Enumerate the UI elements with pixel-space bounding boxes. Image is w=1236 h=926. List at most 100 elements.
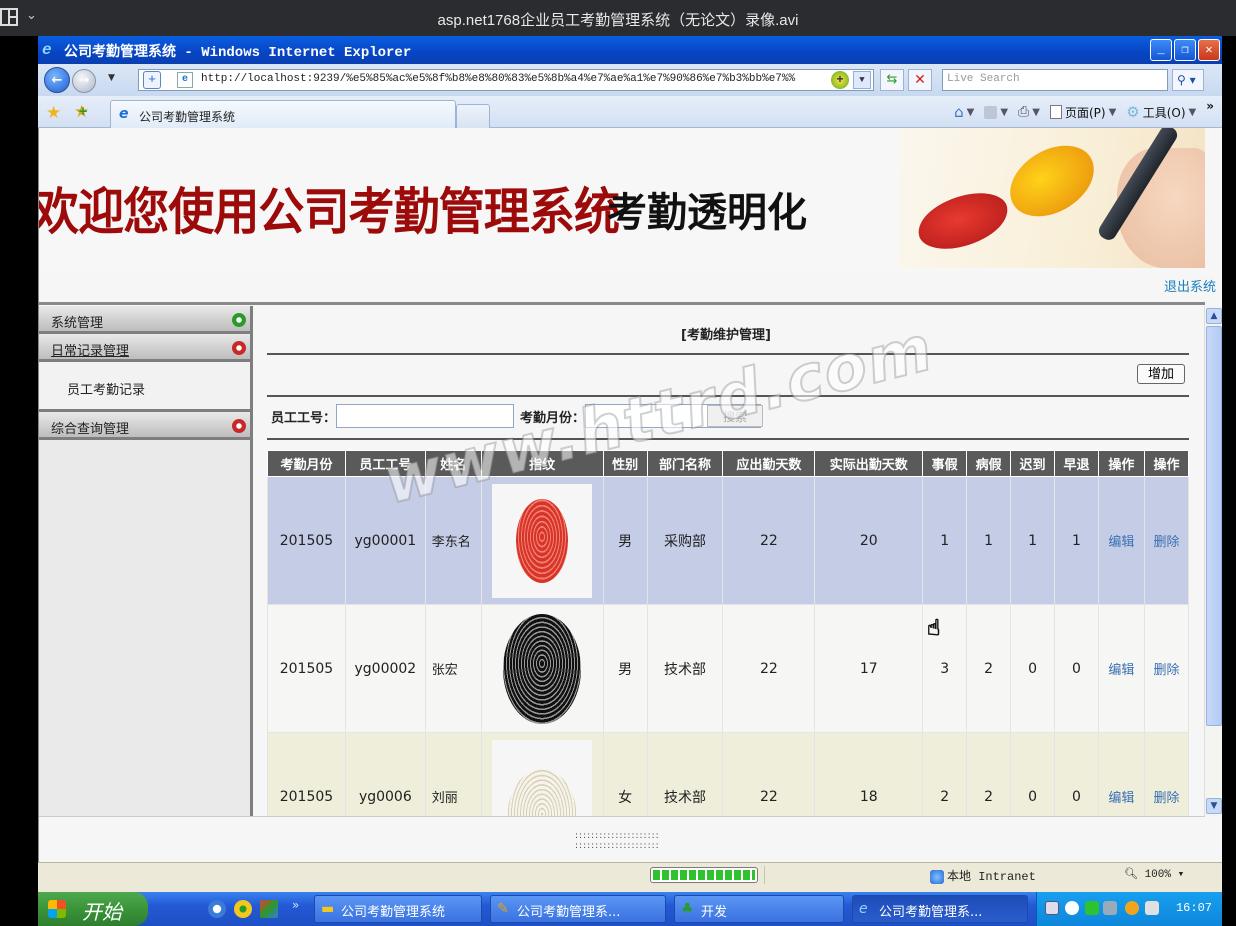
search-go-button[interactable]: ⚲ ▾ bbox=[1172, 69, 1204, 91]
edit-link[interactable]: 编辑 bbox=[1097, 476, 1145, 605]
home-button[interactable]: ⌂ ▼ bbox=[954, 103, 974, 121]
stop-button[interactable]: ✕ bbox=[908, 69, 932, 91]
employee-id-label: 员工工号： bbox=[271, 410, 337, 426]
column-header[interactable]: 性别 bbox=[602, 450, 648, 477]
feeds-button[interactable]: ▼ bbox=[984, 105, 1008, 119]
favorites-star-icon[interactable]: ★ bbox=[46, 103, 61, 123]
taskbar-button-ie[interactable]: e 公司考勤管理系... bbox=[852, 895, 1028, 923]
gear-icon: ⚙ bbox=[1126, 103, 1140, 121]
sidebar-section-query[interactable]: 综合查询管理 bbox=[39, 412, 250, 440]
delete-link[interactable]: 删除 bbox=[1143, 604, 1190, 733]
cell-early-leave: 1 bbox=[1054, 476, 1099, 605]
tab-active[interactable]: e 公司考勤管理系统 bbox=[110, 100, 456, 128]
taskbar-button-folder[interactable]: ▬ 公司考勤管理系统 bbox=[314, 895, 482, 923]
360-quicklaunch-icon[interactable] bbox=[234, 900, 252, 918]
employee-id-input[interactable] bbox=[336, 404, 515, 428]
column-header[interactable]: 指纹 bbox=[480, 450, 604, 477]
security-shield-icon[interactable]: + bbox=[143, 71, 161, 89]
column-header[interactable]: 员工工号 bbox=[344, 450, 426, 477]
column-header[interactable]: 操作 bbox=[1143, 450, 1190, 477]
sidebar-section-daily-records[interactable]: 日常记录管理 bbox=[39, 334, 250, 362]
add-favorite-icon[interactable]: ★ bbox=[74, 102, 89, 122]
restore-button[interactable]: ❐ bbox=[1174, 39, 1196, 61]
cell-department: 技术部 bbox=[646, 604, 724, 733]
status-separators bbox=[764, 866, 924, 884]
search-button[interactable]: 搜索 bbox=[707, 405, 764, 427]
column-header[interactable]: 早退 bbox=[1054, 450, 1099, 477]
input-method-icon[interactable] bbox=[1045, 901, 1059, 915]
taskbar-button-vs[interactable]: ✎ 公司考勤管理系... bbox=[490, 895, 666, 923]
folder-icon: ▬ bbox=[321, 901, 335, 917]
collapse-arrow-red-icon[interactable] bbox=[232, 341, 246, 355]
back-button[interactable]: ← bbox=[44, 67, 70, 93]
delete-link[interactable]: 删除 bbox=[1143, 476, 1190, 605]
column-header[interactable]: 姓名 bbox=[424, 450, 482, 477]
cell-name: 李东名 bbox=[424, 476, 482, 605]
cell-required-days: 22 bbox=[722, 476, 816, 605]
collapse-arrow-red-icon[interactable] bbox=[232, 419, 246, 433]
vertical-scrollbar[interactable]: ▲ ▼ bbox=[1204, 306, 1222, 816]
forward-button[interactable]: → bbox=[72, 69, 96, 93]
cell-actual-days: 20 bbox=[814, 476, 924, 605]
column-header[interactable]: 操作 bbox=[1097, 450, 1145, 477]
feed-icon bbox=[984, 105, 998, 119]
frame-grip-handle[interactable]: ::::::::::::::::::::::::::::::::::::::::… bbox=[575, 831, 660, 851]
close-button[interactable]: ✕ bbox=[1198, 39, 1220, 61]
new-tab-button[interactable] bbox=[456, 104, 490, 128]
taskbar-button-dev[interactable]: ♣ 开发 bbox=[674, 895, 844, 923]
cell-fingerprint bbox=[480, 476, 604, 605]
edit-link[interactable]: 编辑 bbox=[1097, 604, 1145, 733]
app-quicklaunch-icon[interactable] bbox=[260, 900, 278, 918]
zoom-control[interactable]: 🔍︎ 100% ▾ bbox=[1124, 867, 1184, 881]
player-title-bar: ⌄ asp.net1768企业员工考勤管理系统（无论文）录像.avi bbox=[0, 0, 1236, 36]
tray-expand-icon[interactable] bbox=[1065, 901, 1079, 915]
page-menu[interactable]: 页面(P) ▼ bbox=[1049, 104, 1116, 121]
column-header[interactable]: 实际出勤天数 bbox=[814, 450, 924, 477]
wireless-icon[interactable] bbox=[1103, 901, 1117, 915]
live-search-input[interactable]: Live Search bbox=[942, 69, 1168, 91]
column-header[interactable]: 迟到 bbox=[1010, 450, 1056, 477]
expand-arrow-green-icon[interactable] bbox=[232, 313, 246, 327]
logout-link[interactable]: 退出系统 bbox=[1164, 276, 1216, 295]
cell-personal-leave: 3 bbox=[922, 604, 968, 733]
go-icon[interactable]: + bbox=[831, 71, 849, 89]
column-header[interactable]: 应出勤天数 bbox=[722, 450, 816, 477]
tools-menu[interactable]: ⚙ 工具(O) ▼ bbox=[1126, 103, 1196, 121]
media-icon[interactable] bbox=[1145, 901, 1159, 915]
sidebar-section-system[interactable]: 系统管理 bbox=[39, 306, 250, 334]
quicklaunch-overflow-icon[interactable]: » bbox=[292, 898, 299, 912]
refresh-button[interactable]: ⇆ bbox=[880, 69, 904, 91]
clock: 16:07 bbox=[1175, 901, 1212, 915]
magnifier-icon: 🔍︎ bbox=[1124, 869, 1138, 881]
red-fingerprint-icon bbox=[516, 498, 569, 583]
add-button[interactable]: 增加 bbox=[1137, 364, 1185, 384]
column-header[interactable]: 部门名称 bbox=[646, 450, 724, 477]
qq-icon[interactable] bbox=[1125, 901, 1139, 915]
divider bbox=[267, 438, 1189, 440]
address-dropdown-icon[interactable]: ▼ bbox=[853, 71, 871, 89]
column-header[interactable]: 病假 bbox=[966, 450, 1012, 477]
ie-quicklaunch-icon[interactable] bbox=[208, 900, 226, 918]
page-viewport: 欢迎您使用公司考勤管理系统 考勤透明化 退出系统 系统管理 日常记录管理 员工考… bbox=[38, 128, 1222, 862]
start-button[interactable]: 开始 bbox=[38, 892, 148, 926]
cell-employee-id: yg00001 bbox=[344, 476, 426, 605]
cell-personal-leave: 1 bbox=[922, 476, 968, 605]
network-icon[interactable] bbox=[1085, 901, 1099, 915]
print-button[interactable]: ⎙ ▼ bbox=[1018, 104, 1040, 120]
column-header[interactable]: 事假 bbox=[922, 450, 968, 477]
scroll-up-icon[interactable]: ▲ bbox=[1206, 308, 1222, 324]
scrollbar-thumb[interactable] bbox=[1206, 326, 1222, 726]
main-content: [考勤维护管理] 增加 员工工号： 考勤月份： 搜索 考勤月份 员工工号 姓名 … bbox=[263, 308, 1190, 861]
history-dropdown-icon[interactable]: ▼ bbox=[108, 73, 115, 83]
scroll-down-icon[interactable]: ▼ bbox=[1206, 798, 1222, 814]
cell-sick-leave: 1 bbox=[966, 476, 1012, 605]
address-input[interactable]: + e http://localhost:9239/%e5%85%ac%e5%8… bbox=[138, 69, 874, 91]
cell-late: 1 bbox=[1010, 476, 1056, 605]
toolbar-overflow-button[interactable]: » bbox=[1206, 99, 1214, 113]
column-header[interactable]: 考勤月份 bbox=[267, 450, 346, 477]
cell-fingerprint bbox=[480, 604, 604, 733]
minimize-button[interactable]: _ bbox=[1150, 39, 1172, 61]
player-title: asp.net1768企业员工考勤管理系统（无论文）录像.avi bbox=[437, 12, 799, 29]
sidebar-item-attendance-records[interactable]: 员工考勤记录 bbox=[39, 362, 250, 412]
table-header-row: 考勤月份 员工工号 姓名 指纹 性别 部门名称 应出勤天数 实际出勤天数 事假 … bbox=[267, 450, 1190, 477]
